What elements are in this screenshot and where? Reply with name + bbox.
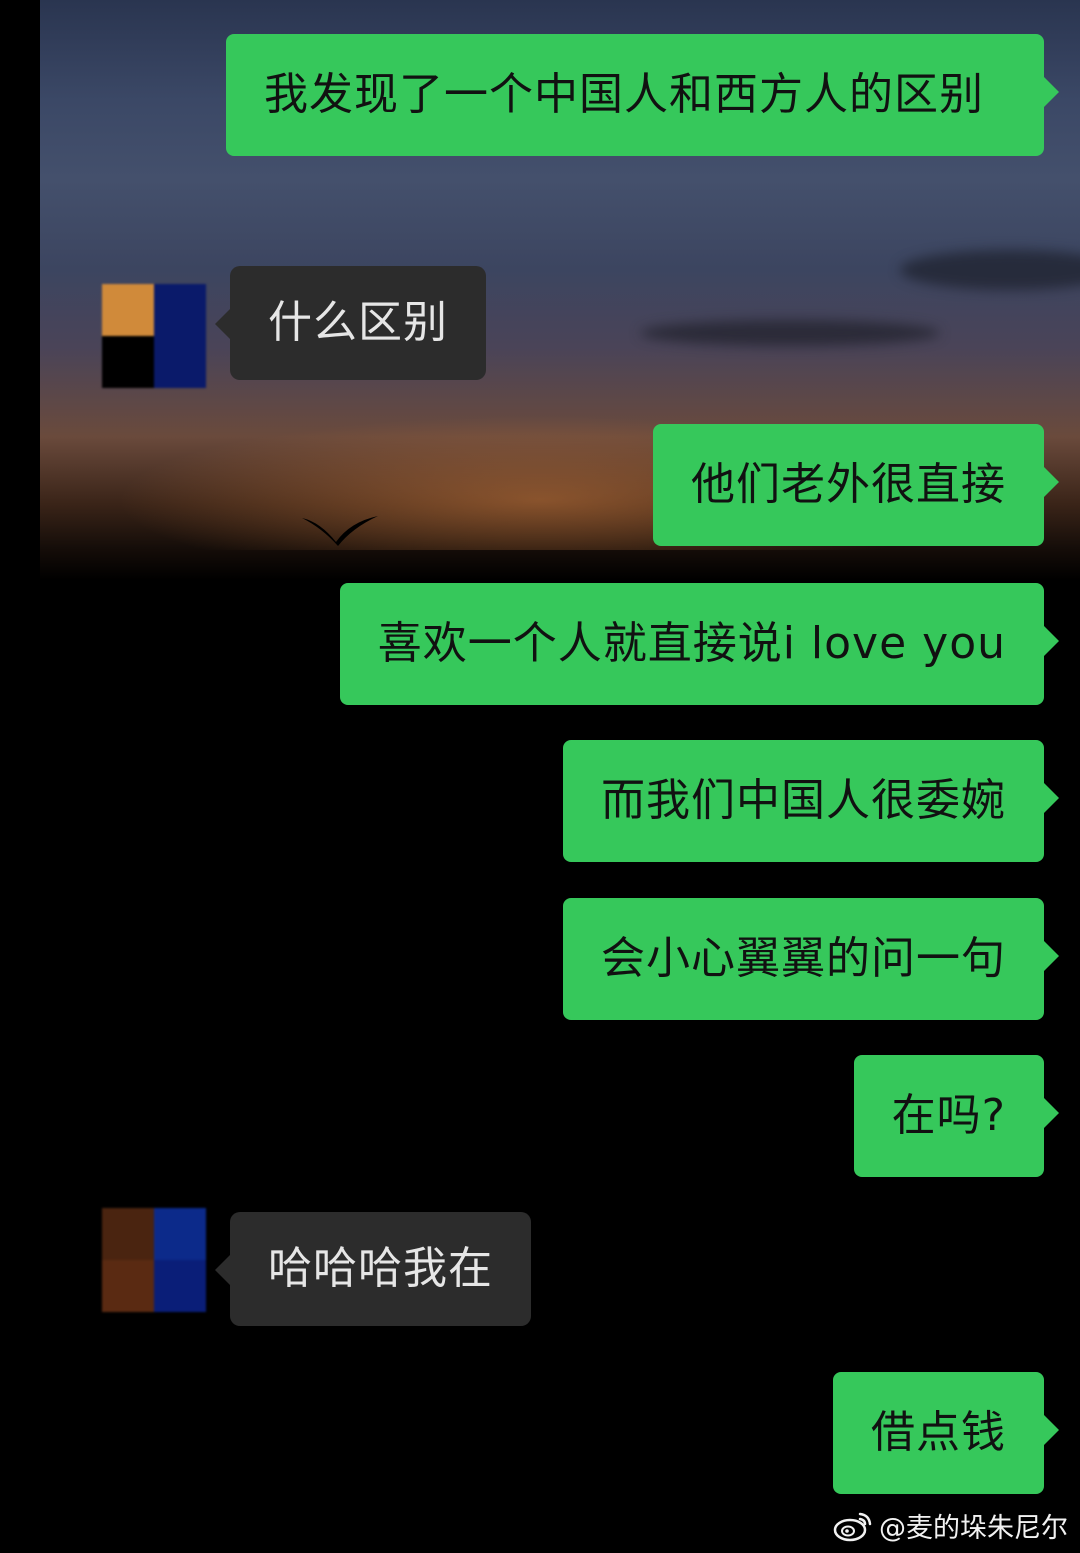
avatar-pixel xyxy=(154,284,206,388)
message-text: 哈哈哈我在 xyxy=(268,1243,493,1294)
weibo-icon xyxy=(833,1512,872,1541)
message-bubble-sent[interactable]: 而我们中国人很委婉 xyxy=(563,740,1059,862)
watermark-text: @麦的垛朱尼尔 xyxy=(879,1513,1068,1544)
message-bubble-sent[interactable]: 会小心翼翼的问一句 xyxy=(563,898,1059,1020)
avatar-pixel xyxy=(102,284,154,336)
contact-avatar[interactable] xyxy=(102,284,206,388)
avatar-pixel xyxy=(102,336,154,388)
message-bubble-sent[interactable]: 喜欢一个人就直接说i love you xyxy=(339,583,1060,705)
message-bubble-sent[interactable]: 我发现了一个中国人和西方人的区别 xyxy=(226,34,1059,156)
message-text: 什么区别 xyxy=(268,297,448,348)
message-text: 喜欢一个人就直接说i love you xyxy=(377,618,1006,669)
message-bubble-sent[interactable]: 在吗? xyxy=(853,1055,1060,1177)
message-text: 我发现了一个中国人和西方人的区别 xyxy=(264,69,984,120)
avatar-pixel xyxy=(102,1208,154,1260)
message-text: 他们老外很直接 xyxy=(691,459,1006,510)
message-text: 而我们中国人很委婉 xyxy=(601,775,1006,826)
background-cloud xyxy=(640,320,940,346)
avatar-pixel xyxy=(154,1208,206,1260)
message-text: 借点钱 xyxy=(871,1407,1006,1458)
message-bubble-sent[interactable]: 借点钱 xyxy=(833,1372,1059,1494)
message-text: 在吗? xyxy=(891,1090,1006,1141)
background-horizon xyxy=(40,550,1080,580)
message-bubble-sent[interactable]: 他们老外很直接 xyxy=(653,424,1059,546)
avatar-pixel xyxy=(154,1260,206,1312)
contact-avatar[interactable] xyxy=(102,1208,206,1312)
background-cloud xyxy=(900,250,1080,290)
message-bubble-received[interactable]: 哈哈哈我在 xyxy=(215,1212,531,1326)
message-text: 会小心翼翼的问一句 xyxy=(601,933,1006,984)
watermark: @麦的垛朱尼尔 xyxy=(833,1506,1068,1545)
message-bubble-received[interactable]: 什么区别 xyxy=(215,266,486,380)
left-edge-strip xyxy=(0,0,40,1553)
avatar-pixel xyxy=(102,1260,154,1312)
bird-silhouette-icon xyxy=(302,516,378,546)
